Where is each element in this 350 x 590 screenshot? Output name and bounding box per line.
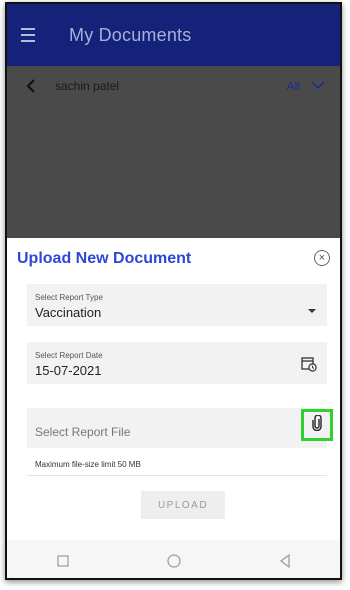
nav-home-icon[interactable] <box>164 551 184 571</box>
phone-screen: My Documents sachin patel All Upload New… <box>5 2 342 580</box>
divider <box>27 475 327 476</box>
nav-back-icon[interactable] <box>275 551 295 571</box>
report-date-label: Select Report Date <box>35 351 103 360</box>
app-bar: My Documents <box>7 4 340 66</box>
chevron-down-icon <box>310 77 326 95</box>
report-file-field[interactable]: Select Report File <box>27 408 333 448</box>
app-title: My Documents <box>69 24 192 45</box>
dimmed-overlay[interactable]: sachin patel All <box>7 66 340 238</box>
system-nav-bar <box>7 540 340 578</box>
report-date-field[interactable]: Select Report Date 15-07-2021 <box>27 342 327 384</box>
report-file-placeholder: Select Report File <box>35 425 131 439</box>
file-size-hint: Maximum file-size limit 50 MB <box>35 460 141 469</box>
report-type-select[interactable]: Select Report Type Vaccination <box>27 284 327 326</box>
attach-file-button[interactable] <box>301 409 333 441</box>
sheet-header: Upload New Document × <box>7 238 340 280</box>
sheet-title: Upload New Document <box>17 250 192 267</box>
report-type-value: Vaccination <box>35 305 102 320</box>
calendar-clock-icon[interactable] <box>301 356 317 377</box>
back-arrow-icon[interactable] <box>25 76 41 96</box>
nav-recents-icon[interactable] <box>53 551 73 571</box>
filter-label: All <box>286 79 300 93</box>
dropdown-arrow-icon <box>307 301 317 319</box>
patient-subheader: sachin patel All <box>7 66 340 106</box>
upload-sheet: Upload New Document × Select Report Type… <box>7 238 340 578</box>
report-date-value: 15-07-2021 <box>35 363 102 378</box>
close-circle-icon[interactable]: × <box>314 250 330 266</box>
report-type-label: Select Report Type <box>35 293 103 302</box>
paperclip-icon <box>312 413 322 436</box>
filter-dropdown[interactable]: All <box>287 66 326 106</box>
patient-name: sachin patel <box>55 79 120 93</box>
upload-button[interactable]: UPLOAD <box>141 491 225 519</box>
menu-icon[interactable] <box>21 22 47 48</box>
